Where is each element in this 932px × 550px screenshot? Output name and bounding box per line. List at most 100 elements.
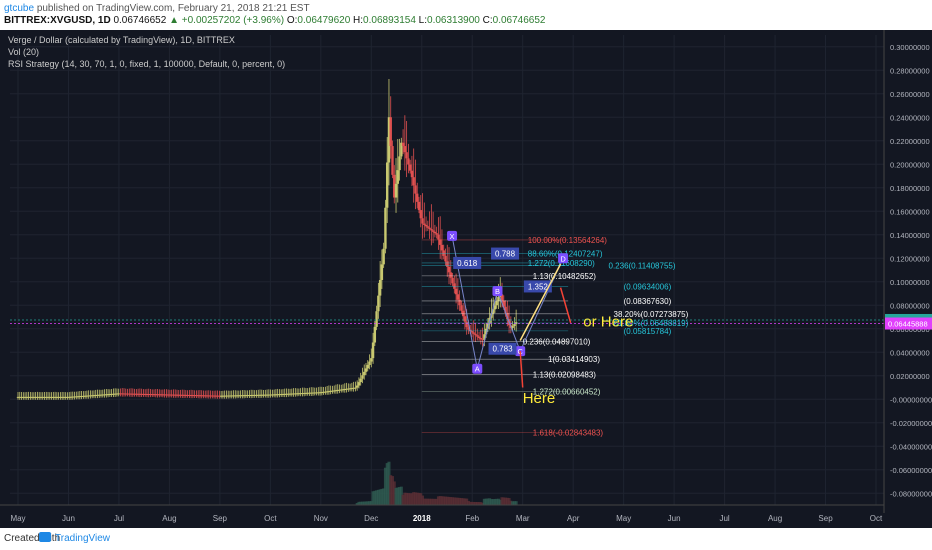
candle-body: [456, 294, 460, 300]
fib-label: 100.00%(0.13564264): [528, 236, 608, 245]
close-label: C:: [482, 15, 493, 26]
candle-body: [433, 231, 437, 234]
last-price: 0.06746652: [113, 15, 167, 26]
tradingview-link[interactable]: TradingView: [55, 533, 110, 544]
candle-body: [380, 264, 384, 280]
candle-body: [366, 364, 369, 369]
candle-body: [465, 321, 468, 328]
candle-body: [398, 156, 401, 171]
y-tick-label: 0.28000000: [890, 66, 930, 75]
x-tick-label: Aug: [162, 514, 176, 523]
candle-body: [442, 250, 445, 256]
candle-body: [454, 288, 458, 295]
published-line: gtcube published on TradingView.com, Feb…: [4, 3, 310, 14]
volume-bar: [514, 501, 518, 505]
fib-label: (0.08367630): [624, 297, 672, 306]
fib-label: 0.236(0.04897010): [523, 338, 591, 347]
x-tick-label: Mar: [516, 514, 530, 523]
annotation-text: or Here: [583, 313, 633, 330]
candle-body: [446, 261, 449, 267]
ratio-label: 0.618: [457, 259, 478, 268]
candle-body: [359, 378, 362, 383]
author-link[interactable]: gtcube: [4, 3, 34, 14]
candle-body: [385, 162, 389, 208]
tradingview-logo-icon: [39, 532, 51, 542]
x-tick-label: Dec: [364, 514, 378, 523]
candle-body: [417, 201, 421, 211]
candle-body: [403, 146, 407, 153]
candle-body: [371, 342, 375, 359]
candle-body: [435, 233, 438, 235]
fib-label: 1.618(-0.02843483): [533, 429, 604, 438]
fib-label: 1.13(0.02098483): [533, 371, 597, 380]
candle-body: [428, 227, 431, 230]
candle-body: [368, 361, 371, 365]
price-chart[interactable]: 100.00%(0.13564264)88.60%(0.12407247)1.2…: [0, 30, 932, 528]
candle-body: [375, 311, 378, 327]
candle-body: [513, 324, 516, 327]
price-tag-label: 0.06445888: [888, 320, 928, 329]
ratio-label: 0.783: [493, 345, 514, 354]
y-tick-label: 0.20000000: [890, 160, 930, 169]
y-tick-label: 0.26000000: [890, 90, 930, 99]
candle-body: [479, 337, 483, 340]
pattern-point-label: A: [475, 365, 480, 374]
y-tick-label: 0.22000000: [890, 137, 930, 146]
candle-body: [377, 295, 380, 312]
candle-body: [363, 371, 366, 376]
y-tick-label: 0.18000000: [890, 184, 930, 193]
created-with: Created with: [4, 533, 61, 544]
chart-background: [0, 30, 932, 528]
candle-body: [419, 210, 422, 219]
y-tick-label: 0.14000000: [890, 231, 930, 240]
open-value: 0.06479620: [297, 15, 351, 26]
price-change: ▲ +0.00257202 (+3.96%): [169, 15, 285, 26]
candle-body: [430, 229, 433, 231]
candle-body: [361, 375, 364, 379]
candle-body: [453, 283, 456, 289]
candle-body: [408, 164, 412, 171]
symbol-label: BITTREX:XVGUSD, 1D: [4, 15, 111, 26]
candle-body: [463, 316, 467, 322]
footer: Created with TradingView: [0, 528, 932, 550]
candle-body: [477, 336, 481, 338]
x-tick-label: Sep: [818, 514, 833, 523]
y-tick-label: 0.08000000: [890, 301, 930, 310]
x-tick-label: Jul: [114, 514, 124, 523]
pattern-point-label: D: [560, 254, 566, 263]
x-tick-label: May: [10, 514, 25, 523]
candle-body: [423, 223, 426, 225]
y-tick-label: -0.06000000: [890, 466, 932, 475]
legend-volume: Vol (20): [8, 47, 40, 57]
ticker-line: BITTREX:XVGUSD, 1D 0.06746652 ▲ +0.00257…: [4, 15, 545, 26]
candle-body: [458, 299, 461, 306]
candle-body: [421, 218, 424, 224]
x-tick-label: Jun: [668, 514, 681, 523]
chart-legend: Verge / Dollar (calculated by TradingVie…: [8, 34, 285, 70]
x-tick-label: Oct: [870, 514, 883, 523]
candle-body: [396, 170, 399, 184]
candle-body: [407, 158, 410, 165]
y-tick-label: 0.24000000: [890, 113, 930, 122]
y-tick-label: -0.04000000: [890, 442, 932, 451]
low-label: L:: [418, 15, 428, 26]
candle-body: [449, 272, 452, 278]
candle-body: [382, 248, 385, 265]
ratio-label: 0.788: [495, 250, 516, 259]
candle-body: [476, 335, 479, 337]
candle-body: [401, 142, 405, 147]
y-tick-label: 0.12000000: [890, 254, 930, 263]
candle-body: [426, 226, 430, 228]
candle-body: [414, 185, 417, 194]
candle-body: [364, 368, 368, 372]
x-tick-label: Aug: [768, 514, 782, 523]
fib-label: 0.236(0.11408755): [609, 261, 676, 270]
candle-body: [378, 279, 382, 296]
candle-body: [470, 331, 474, 333]
candle-body: [405, 152, 408, 159]
candle-body: [357, 382, 361, 386]
fib-label: 1.13(0.10482652): [533, 272, 597, 281]
candle-body: [412, 177, 415, 186]
candle-body: [394, 183, 398, 198]
candle-body: [391, 146, 394, 175]
